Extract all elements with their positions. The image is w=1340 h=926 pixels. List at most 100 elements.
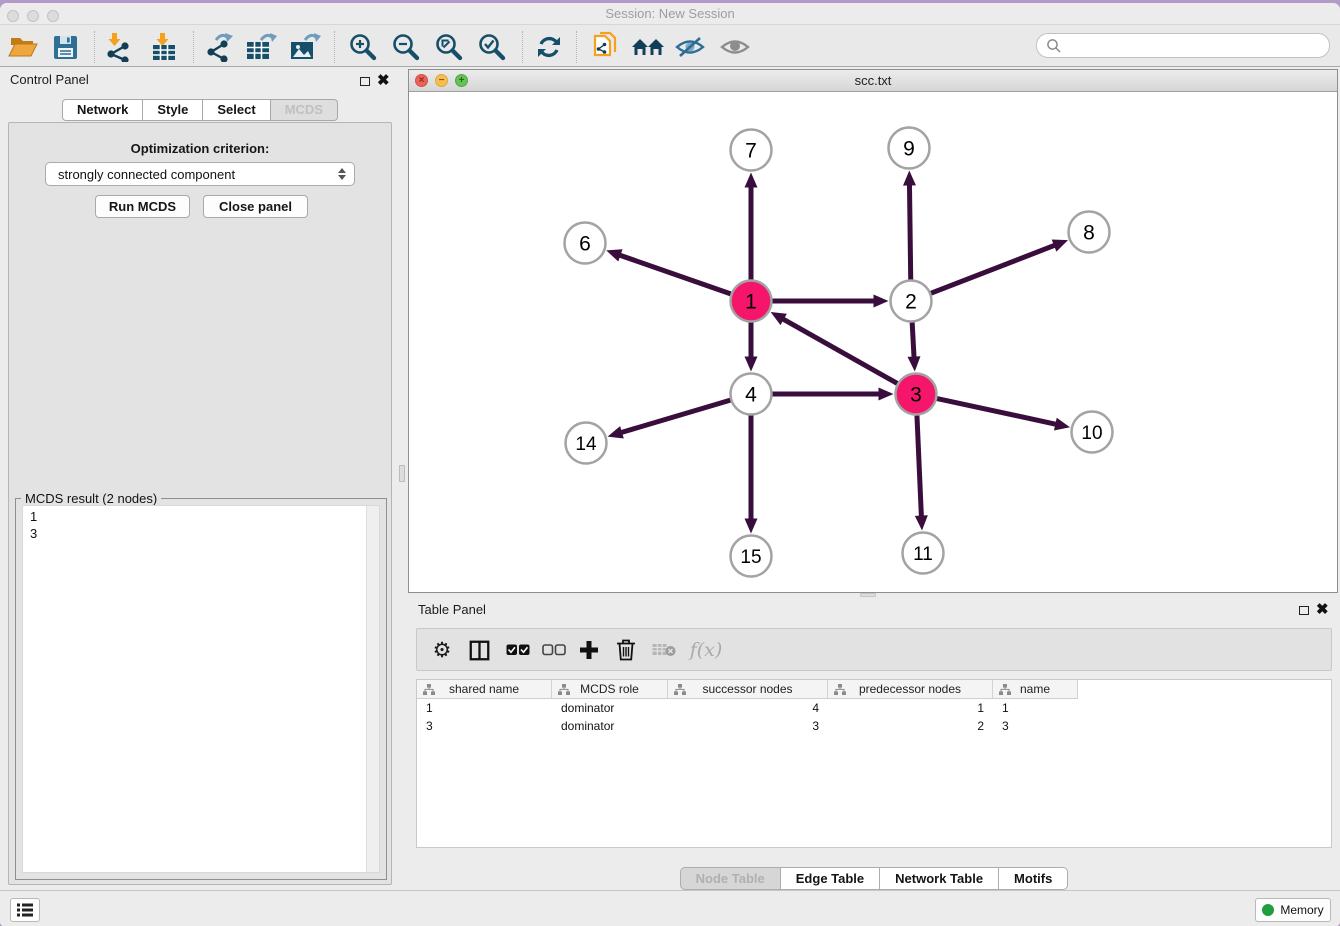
table-cell[interactable]: 1	[828, 699, 993, 717]
table-cell[interactable]: 2	[828, 717, 993, 735]
column-header-label: predecessor nodes	[859, 682, 961, 696]
new-network-from-selection-button[interactable]	[587, 31, 621, 63]
show-hidden-button[interactable]	[719, 31, 753, 63]
tab-network-table[interactable]: Network Table	[880, 867, 999, 890]
toolbar-separator	[193, 31, 194, 63]
first-neighbors-button[interactable]	[631, 31, 665, 63]
edge-arrowhead	[874, 295, 889, 308]
horizontal-splitter-handle[interactable]	[860, 593, 876, 597]
toolbar-separator	[576, 31, 577, 63]
open-session-button[interactable]	[6, 31, 40, 63]
select-all-button[interactable]	[502, 634, 534, 666]
table-toolbar: ⚙	[416, 628, 1332, 671]
delete-column-button[interactable]	[610, 634, 642, 666]
hierarchy-icon	[999, 684, 1011, 696]
run-mcds-button[interactable]: Run MCDS	[95, 195, 190, 218]
edge-1-6[interactable]	[619, 255, 731, 294]
export-table-button[interactable]	[244, 31, 278, 63]
edge-3-1[interactable]	[782, 318, 897, 383]
tab-style[interactable]: Style	[143, 99, 203, 121]
zoom-out-button[interactable]	[388, 31, 422, 63]
close-panel-icon[interactable]: ✖	[377, 75, 390, 87]
column-header-successor-nodes[interactable]: successor nodes	[668, 680, 828, 699]
edge-arrowhead	[745, 173, 758, 188]
column-header-label: MCDS role	[580, 682, 639, 696]
table-settings-button[interactable]: ⚙	[426, 634, 458, 666]
edge-arrowhead	[907, 356, 920, 371]
toolbar-separator	[94, 31, 95, 63]
apply-layout-button[interactable]	[532, 31, 566, 63]
import-network-button[interactable]	[101, 31, 135, 63]
edge-3-10[interactable]	[937, 399, 1057, 425]
optimization-criterion-select[interactable]: strongly connected component	[45, 162, 355, 186]
table-cell[interactable]: dominator	[552, 717, 668, 735]
table-cell[interactable]: dominator	[552, 699, 668, 717]
task-history-button[interactable]	[10, 898, 40, 922]
table-cell[interactable]: 3	[668, 717, 828, 735]
scrollbar-track[interactable]	[366, 506, 379, 872]
zoom-in-icon	[347, 32, 377, 62]
export-image-button[interactable]	[288, 31, 322, 63]
table-mode-button[interactable]	[463, 634, 495, 666]
zoom-in-button[interactable]	[345, 31, 379, 63]
network-window-titlebar[interactable]: × − + scc.txt	[409, 70, 1337, 92]
table-cell[interactable]: 1	[417, 699, 552, 717]
table-row[interactable]: 3dominator323	[417, 717, 1331, 735]
plus-icon	[579, 640, 599, 660]
search-box	[1036, 33, 1330, 58]
toolbar-separator	[334, 31, 335, 63]
table-row[interactable]: 1dominator411	[417, 699, 1331, 717]
hide-selected-button[interactable]	[674, 31, 708, 63]
save-session-button[interactable]	[48, 31, 82, 63]
tab-motifs[interactable]: Motifs	[999, 867, 1068, 890]
export-network-button[interactable]	[201, 31, 235, 63]
folder-icon	[8, 34, 38, 60]
edge-arrowhead	[903, 170, 916, 185]
tab-edge-table[interactable]: Edge Table	[781, 867, 880, 890]
window-titlebar[interactable]: Session: New Session	[0, 3, 1340, 24]
deselect-all-button[interactable]	[538, 634, 570, 666]
column-header-label: name	[1020, 682, 1050, 696]
zoom-fit-button[interactable]	[431, 31, 465, 63]
tab-node-table[interactable]: Node Table	[680, 867, 781, 890]
table-cell[interactable]: 1	[993, 699, 1078, 717]
delete-table-button[interactable]	[648, 634, 680, 666]
columns-icon	[469, 640, 490, 661]
node-table: shared name MCDS role successor nodes prede…	[416, 679, 1332, 848]
mcds-result-list[interactable]: 13	[22, 505, 380, 873]
close-table-panel-icon[interactable]: ✖	[1316, 604, 1329, 616]
tab-network[interactable]: Network	[62, 99, 143, 121]
function-builder-button[interactable]: f(x)	[685, 634, 727, 666]
table-cell[interactable]: 3	[993, 717, 1078, 735]
float-table-panel-icon[interactable]	[1299, 606, 1309, 615]
table-cell[interactable]: 4	[668, 699, 828, 717]
column-header-predecessor-nodes[interactable]: predecessor nodes	[828, 680, 993, 699]
node-label-7: 7	[745, 140, 757, 163]
memory-button[interactable]: Memory	[1255, 898, 1331, 922]
floppy-icon	[52, 34, 79, 61]
search-input[interactable]	[1067, 35, 1322, 56]
edge-3-11[interactable]	[917, 415, 921, 517]
edge-2-8[interactable]	[931, 245, 1056, 293]
edge-2-3[interactable]	[912, 322, 914, 358]
hierarchy-icon	[423, 684, 435, 696]
table-cell[interactable]: 3	[417, 717, 552, 735]
fx-icon: f(x)	[690, 639, 723, 661]
create-column-button[interactable]	[573, 634, 605, 666]
eye-icon	[720, 35, 752, 59]
column-header-shared-name[interactable]: shared name	[417, 680, 552, 699]
edge-4-14[interactable]	[620, 400, 730, 433]
column-header-name[interactable]: name	[993, 680, 1078, 699]
import-table-button[interactable]	[147, 31, 181, 63]
window-title: Session: New Session	[0, 6, 1340, 21]
vertical-splitter-handle[interactable]	[399, 465, 405, 482]
column-header-mcds-role[interactable]: MCDS role	[552, 680, 668, 699]
network-canvas[interactable]: 7968124314101511	[409, 92, 1337, 592]
tab-mcds[interactable]: MCDS	[271, 99, 338, 121]
hierarchy-icon	[834, 684, 846, 696]
edge-2-9[interactable]	[909, 183, 910, 279]
tab-select[interactable]: Select	[203, 99, 270, 121]
close-panel-button[interactable]: Close panel	[203, 195, 308, 218]
float-panel-icon[interactable]	[360, 77, 370, 86]
zoom-selected-button[interactable]	[474, 31, 508, 63]
